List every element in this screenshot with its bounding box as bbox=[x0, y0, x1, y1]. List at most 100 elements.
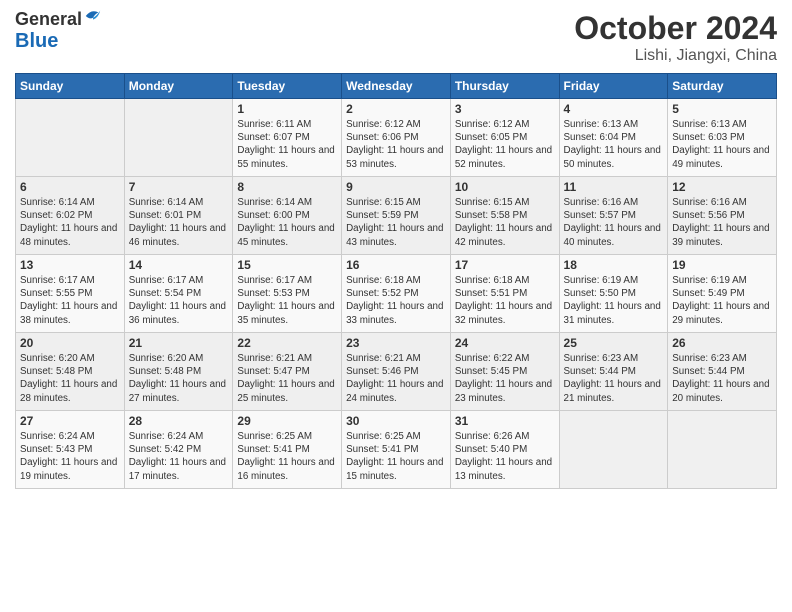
calendar-table: Sunday Monday Tuesday Wednesday Thursday… bbox=[15, 73, 777, 489]
table-row: 27 Sunrise: 6:24 AMSunset: 5:43 PMDayligh… bbox=[16, 411, 125, 489]
table-row: 21 Sunrise: 6:20 AMSunset: 5:48 PMDayligh… bbox=[124, 333, 233, 411]
day-number: 29 bbox=[237, 414, 337, 428]
day-info: Sunrise: 6:16 AMSunset: 5:56 PMDaylight:… bbox=[672, 196, 772, 249]
table-row: 12 Sunrise: 6:16 AMSunset: 5:56 PMDayligh… bbox=[668, 177, 777, 255]
day-info: Sunrise: 6:11 AMSunset: 6:07 PMDaylight:… bbox=[237, 118, 337, 171]
day-info: Sunrise: 6:21 AMSunset: 5:46 PMDaylight:… bbox=[346, 352, 446, 405]
day-info: Sunrise: 6:16 AMSunset: 5:57 PMDaylight:… bbox=[564, 196, 664, 249]
table-row: 6 Sunrise: 6:14 AMSunset: 6:02 PMDaylight… bbox=[16, 177, 125, 255]
day-number: 14 bbox=[129, 258, 229, 272]
table-row: 22Sunrise: 6:21 AMSunset: 5:47 PMDayligh… bbox=[233, 333, 342, 411]
table-row bbox=[559, 411, 668, 489]
day-number: 26 bbox=[672, 336, 772, 350]
table-row: 1 Sunrise: 6:11 AMSunset: 6:07 PMDaylight… bbox=[233, 99, 342, 177]
table-row: 25 Sunrise: 6:23 AMSunset: 5:44 PMDayligh… bbox=[559, 333, 668, 411]
logo: General Blue bbox=[15, 10, 102, 52]
weekday-thursday: Thursday bbox=[450, 74, 559, 99]
table-row: 5 Sunrise: 6:13 AMSunset: 6:03 PMDaylight… bbox=[668, 99, 777, 177]
day-number: 28 bbox=[129, 414, 229, 428]
table-row: 10 Sunrise: 6:15 AMSunset: 5:58 PMDayligh… bbox=[450, 177, 559, 255]
day-number: 3 bbox=[455, 102, 555, 116]
day-number: 17 bbox=[455, 258, 555, 272]
table-row: 28 Sunrise: 6:24 AMSunset: 5:42 PMDayligh… bbox=[124, 411, 233, 489]
day-info: Sunrise: 6:24 AMSunset: 5:43 PMDaylight:… bbox=[20, 430, 120, 483]
day-info: Sunrise: 6:23 AMSunset: 5:44 PMDaylight:… bbox=[672, 352, 772, 405]
table-row: 18 Sunrise: 6:19 AMSunset: 5:50 PMDayligh… bbox=[559, 255, 668, 333]
day-number: 2 bbox=[346, 102, 446, 116]
day-info: Sunrise: 6:17 AMSunset: 5:53 PMDaylight:… bbox=[237, 274, 337, 327]
table-row: 26 Sunrise: 6:23 AMSunset: 5:44 PMDayligh… bbox=[668, 333, 777, 411]
day-number: 5 bbox=[672, 102, 772, 116]
calendar-week-row: 1 Sunrise: 6:11 AMSunset: 6:07 PMDaylight… bbox=[16, 99, 777, 177]
table-row: 14 Sunrise: 6:17 AMSunset: 5:54 PMDayligh… bbox=[124, 255, 233, 333]
table-row: 2 Sunrise: 6:12 AMSunset: 6:06 PMDaylight… bbox=[342, 99, 451, 177]
day-number: 1 bbox=[237, 102, 337, 116]
table-row: 19Sunrise: 6:19 AMSunset: 5:49 PMDayligh… bbox=[668, 255, 777, 333]
day-number: 21 bbox=[129, 336, 229, 350]
day-number: 31 bbox=[455, 414, 555, 428]
logo-bird-icon bbox=[84, 7, 102, 25]
day-info: Sunrise: 6:20 AMSunset: 5:48 PMDaylight:… bbox=[20, 352, 120, 405]
day-number: 27 bbox=[20, 414, 120, 428]
logo-text-general: General bbox=[15, 10, 82, 30]
day-number: 12 bbox=[672, 180, 772, 194]
day-info: Sunrise: 6:19 AMSunset: 5:50 PMDaylight:… bbox=[564, 274, 664, 327]
calendar-week-row: 27 Sunrise: 6:24 AMSunset: 5:43 PMDayligh… bbox=[16, 411, 777, 489]
table-row: 23 Sunrise: 6:21 AMSunset: 5:46 PMDayligh… bbox=[342, 333, 451, 411]
page-subtitle: Lishi, Jiangxi, China bbox=[574, 47, 777, 65]
day-info: Sunrise: 6:17 AMSunset: 5:54 PMDaylight:… bbox=[129, 274, 229, 327]
table-row: 4 Sunrise: 6:13 AMSunset: 6:04 PMDaylight… bbox=[559, 99, 668, 177]
table-row: 9Sunrise: 6:15 AMSunset: 5:59 PMDaylight… bbox=[342, 177, 451, 255]
day-info: Sunrise: 6:13 AMSunset: 6:03 PMDaylight:… bbox=[672, 118, 772, 171]
day-info: Sunrise: 6:13 AMSunset: 6:04 PMDaylight:… bbox=[564, 118, 664, 171]
day-number: 4 bbox=[564, 102, 664, 116]
weekday-wednesday: Wednesday bbox=[342, 74, 451, 99]
logo-text-blue: Blue bbox=[15, 30, 102, 52]
day-number: 20 bbox=[20, 336, 120, 350]
day-number: 10 bbox=[455, 180, 555, 194]
day-info: Sunrise: 6:23 AMSunset: 5:44 PMDaylight:… bbox=[564, 352, 664, 405]
table-row bbox=[124, 99, 233, 177]
day-number: 6 bbox=[20, 180, 120, 194]
day-info: Sunrise: 6:15 AMSunset: 5:58 PMDaylight:… bbox=[455, 196, 555, 249]
day-info: Sunrise: 6:14 AMSunset: 6:02 PMDaylight:… bbox=[20, 196, 120, 249]
calendar-header-row: Sunday Monday Tuesday Wednesday Thursday… bbox=[16, 74, 777, 99]
day-number: 15 bbox=[237, 258, 337, 272]
calendar-week-row: 20 Sunrise: 6:20 AMSunset: 5:48 PMDayligh… bbox=[16, 333, 777, 411]
day-info: Sunrise: 6:18 AMSunset: 5:51 PMDaylight:… bbox=[455, 274, 555, 327]
calendar-week-row: 13Sunrise: 6:17 AMSunset: 5:55 PMDayligh… bbox=[16, 255, 777, 333]
day-info: Sunrise: 6:20 AMSunset: 5:48 PMDaylight:… bbox=[129, 352, 229, 405]
table-row: 31 Sunrise: 6:26 AMSunset: 5:40 PMDayligh… bbox=[450, 411, 559, 489]
day-info: Sunrise: 6:14 AMSunset: 6:00 PMDaylight:… bbox=[237, 196, 337, 249]
day-number: 18 bbox=[564, 258, 664, 272]
table-row: 3 Sunrise: 6:12 AMSunset: 6:05 PMDaylight… bbox=[450, 99, 559, 177]
weekday-tuesday: Tuesday bbox=[233, 74, 342, 99]
weekday-saturday: Saturday bbox=[668, 74, 777, 99]
day-number: 9 bbox=[346, 180, 446, 194]
day-number: 16 bbox=[346, 258, 446, 272]
day-number: 7 bbox=[129, 180, 229, 194]
day-number: 19 bbox=[672, 258, 772, 272]
day-info: Sunrise: 6:12 AMSunset: 6:05 PMDaylight:… bbox=[455, 118, 555, 171]
table-row: 30Sunrise: 6:25 AMSunset: 5:41 PMDayligh… bbox=[342, 411, 451, 489]
day-number: 23 bbox=[346, 336, 446, 350]
weekday-monday: Monday bbox=[124, 74, 233, 99]
day-info: Sunrise: 6:17 AMSunset: 5:55 PMDaylight:… bbox=[20, 274, 120, 327]
page-title: October 2024 bbox=[574, 10, 777, 47]
day-info: Sunrise: 6:14 AMSunset: 6:01 PMDaylight:… bbox=[129, 196, 229, 249]
day-number: 8 bbox=[237, 180, 337, 194]
day-number: 11 bbox=[564, 180, 664, 194]
table-row: 29 Sunrise: 6:25 AMSunset: 5:41 PMDayligh… bbox=[233, 411, 342, 489]
table-row bbox=[668, 411, 777, 489]
table-row: 20 Sunrise: 6:20 AMSunset: 5:48 PMDayligh… bbox=[16, 333, 125, 411]
day-info: Sunrise: 6:22 AMSunset: 5:45 PMDaylight:… bbox=[455, 352, 555, 405]
table-row: 11 Sunrise: 6:16 AMSunset: 5:57 PMDayligh… bbox=[559, 177, 668, 255]
day-number: 24 bbox=[455, 336, 555, 350]
day-info: Sunrise: 6:25 AMSunset: 5:41 PMDaylight:… bbox=[237, 430, 337, 483]
table-row: 8 Sunrise: 6:14 AMSunset: 6:00 PMDaylight… bbox=[233, 177, 342, 255]
page: General Blue October 2024 Lishi, Jiangxi… bbox=[0, 0, 792, 612]
day-info: Sunrise: 6:26 AMSunset: 5:40 PMDaylight:… bbox=[455, 430, 555, 483]
day-info: Sunrise: 6:24 AMSunset: 5:42 PMDaylight:… bbox=[129, 430, 229, 483]
day-info: Sunrise: 6:12 AMSunset: 6:06 PMDaylight:… bbox=[346, 118, 446, 171]
day-number: 25 bbox=[564, 336, 664, 350]
